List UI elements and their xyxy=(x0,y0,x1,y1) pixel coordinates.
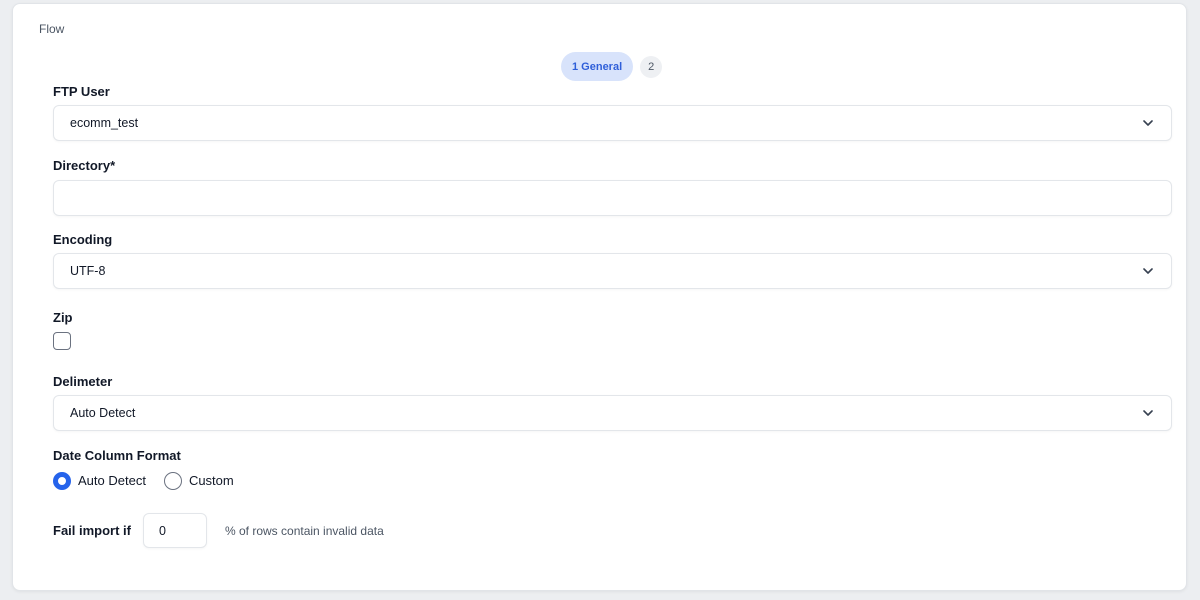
chevron-down-icon xyxy=(1143,410,1153,416)
fail-import-label: Fail import if xyxy=(53,523,131,538)
zip-checkbox[interactable] xyxy=(53,332,71,350)
delimeter-value: Auto Detect xyxy=(70,406,136,420)
ftp-user-label: FTP User xyxy=(53,84,110,99)
chevron-down-icon xyxy=(1143,268,1153,274)
radio-custom[interactable] xyxy=(163,472,182,490)
breadcrumb[interactable]: Flow xyxy=(39,22,64,36)
flow-card: Flow 1 General 2 FTP User ecomm_test Dir… xyxy=(12,3,1187,591)
stepper: 1 General 2 xyxy=(561,52,663,81)
encoding-label: Encoding xyxy=(53,232,113,247)
encoding-value: UTF-8 xyxy=(70,264,106,278)
ftp-user-select[interactable]: ecomm_test xyxy=(53,105,1172,141)
step-2[interactable]: 2 xyxy=(640,55,663,78)
encoding-select[interactable]: UTF-8 xyxy=(53,253,1172,289)
radio-option-auto-detect[interactable]: Auto Detect xyxy=(53,470,146,490)
ftp-user-value: ecomm_test xyxy=(70,116,139,130)
directory-input[interactable] xyxy=(53,180,1172,216)
date-column-format-label: Date Column Format xyxy=(53,448,181,463)
directory-label: Directory* xyxy=(53,158,116,173)
fail-import-row: Fail import if % of rows contain invalid… xyxy=(53,513,384,548)
fail-import-suffix: % of rows contain invalid data xyxy=(225,523,384,538)
radio-option-custom[interactable]: Custom xyxy=(163,470,234,490)
fail-threshold-input[interactable] xyxy=(143,513,207,548)
step-general[interactable]: 1 General xyxy=(561,52,634,81)
radio-custom-label: Custom xyxy=(188,472,234,488)
delimeter-label: Delimeter xyxy=(53,374,113,389)
chevron-down-icon xyxy=(1143,120,1153,126)
zip-label: Zip xyxy=(53,310,73,325)
date-format-radio-group: Auto Detect Custom xyxy=(53,470,252,490)
radio-auto-detect[interactable] xyxy=(53,472,71,490)
delimeter-select[interactable]: Auto Detect xyxy=(53,395,1172,431)
radio-auto-detect-label: Auto Detect xyxy=(78,472,146,488)
